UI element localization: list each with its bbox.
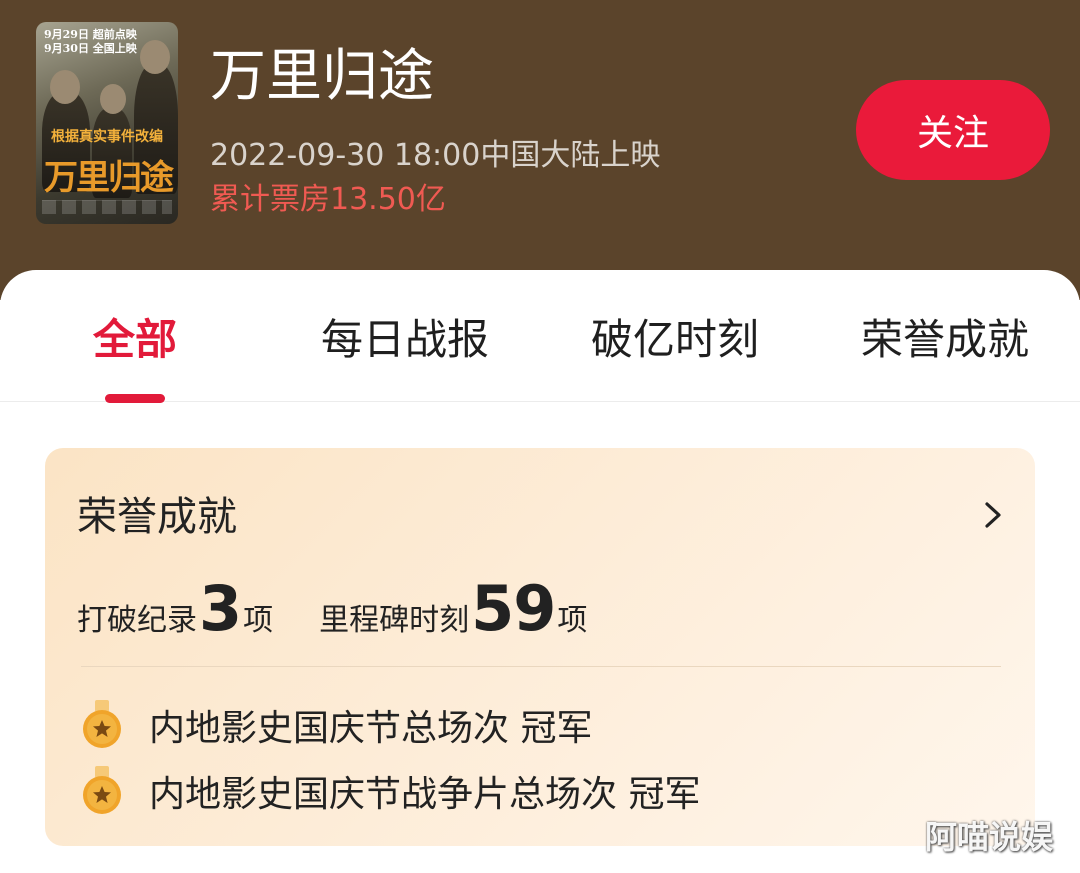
poster-head-left [50, 70, 80, 104]
records-unit: 项 [243, 603, 274, 638]
movie-poster[interactable]: 9月29日 超前点映 9月30日 全国上映 根据真实事件改编 万里归途 [36, 22, 178, 224]
records-count: 3 [199, 572, 242, 645]
medal-icon [83, 766, 121, 814]
milestones-label: 里程碑时刻 [319, 603, 470, 638]
honors-card-title: 荣誉成就 [77, 494, 237, 540]
tab-daily-report[interactable]: 每日战报 [315, 310, 495, 370]
poster-head-middle [100, 84, 126, 114]
movie-header: 9月29日 超前点映 9月30日 全国上映 根据真实事件改编 万里归途 万里归途… [0, 0, 1080, 300]
honor-text: 内地影史国庆节总场次 冠军 [149, 708, 593, 749]
milestones-count: 59 [471, 572, 556, 645]
poster-title: 万里归途 [44, 158, 174, 198]
movie-page: 9月29日 超前点映 9月30日 全国上映 根据真实事件改编 万里归途 万里归途… [0, 0, 1080, 873]
honors-card[interactable]: 荣誉成就 打破纪录 3 项 里程碑时刻 59 项 内地影史国庆节总场次 冠军 内… [45, 448, 1035, 846]
follow-button[interactable]: 关注 [856, 80, 1050, 180]
tab-honors[interactable]: 荣誉成就 [855, 310, 1035, 370]
milestones-unit: 项 [557, 603, 588, 638]
medal-icon [83, 700, 121, 748]
tab-all[interactable]: 全部 [90, 310, 180, 370]
movie-title: 万里归途 [210, 44, 434, 109]
honor-text: 内地影史国庆节战争片总场次 冠军 [149, 774, 701, 815]
poster-date-line-2: 9月30日 全国上映 [44, 42, 137, 55]
tab-100m-moments[interactable]: 破亿时刻 [585, 310, 765, 370]
honor-item: 内地影史国庆节总场次 冠军 [81, 700, 592, 750]
honors-stats: 打破纪录 3 项 里程碑时刻 59 项 [77, 574, 587, 644]
poster-head-right [140, 40, 170, 74]
chevron-right-icon[interactable] [980, 498, 1006, 532]
tab-bar: 全部 每日战报 破亿时刻 荣誉成就 [0, 270, 1080, 403]
card-divider [81, 666, 1001, 667]
poster-credits [42, 200, 172, 214]
box-office-total: 累计票房13.50亿 [210, 182, 446, 217]
content-panel: 全部 每日战报 破亿时刻 荣誉成就 荣誉成就 打破纪录 3 项 里程碑时刻 59… [0, 270, 1080, 873]
poster-date-line-1: 9月29日 超前点映 [44, 28, 137, 41]
poster-slogan: 根据真实事件改编 [51, 129, 163, 145]
honor-item: 内地影史国庆节战争片总场次 冠军 [81, 766, 700, 816]
active-tab-indicator [105, 394, 165, 403]
records-label: 打破纪录 [77, 603, 197, 638]
poster-dates: 9月29日 超前点映 9月30日 全国上映 [44, 28, 137, 56]
release-info: 2022-09-30 18:00中国大陆上映 [210, 138, 661, 173]
watermark: 阿喵说娱 [925, 818, 1054, 856]
